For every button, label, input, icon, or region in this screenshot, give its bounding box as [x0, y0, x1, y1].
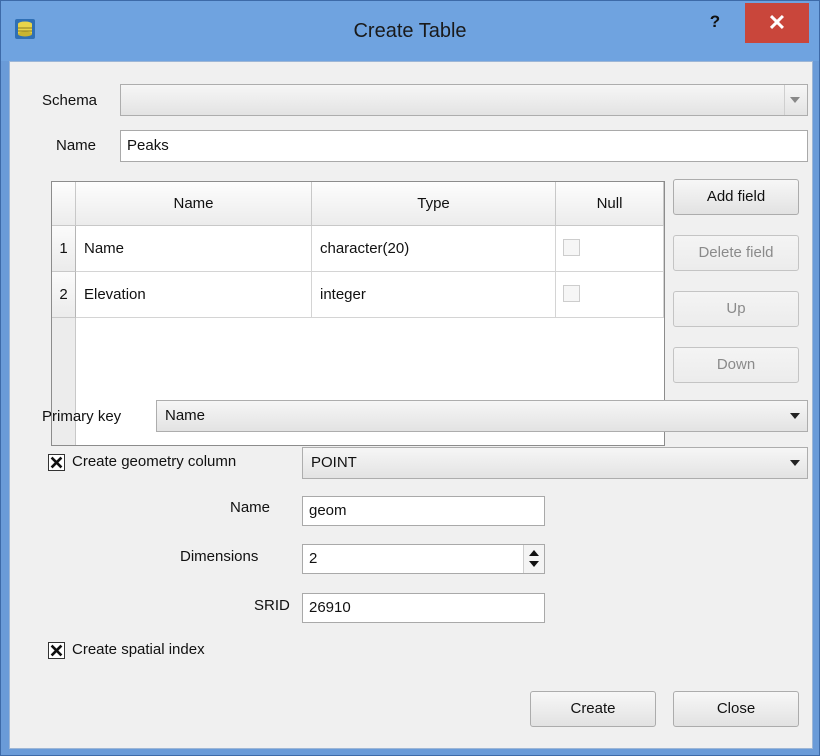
field-name-cell[interactable]: Name: [76, 226, 312, 272]
title-bar[interactable]: Create Table ? ✕: [1, 1, 819, 61]
geometry-name-label: Name: [230, 499, 271, 516]
srid-label: SRID: [254, 597, 290, 614]
create-table-dialog: Create Table ? ✕ Schema Name Peaks Name …: [0, 0, 820, 756]
chevron-down-icon: [784, 85, 807, 115]
help-button[interactable]: ?: [701, 9, 729, 35]
table-corner[interactable]: [52, 182, 76, 226]
srid-input[interactable]: 26910: [302, 593, 545, 623]
row-header-gutter: [52, 318, 76, 445]
chevron-down-icon: [785, 448, 807, 478]
dimensions-spinbox[interactable]: 2: [302, 544, 545, 574]
create-spatial-index-label[interactable]: Create spatial index: [72, 641, 205, 658]
row-header-2[interactable]: 2: [52, 272, 76, 318]
column-header-null[interactable]: Null: [556, 182, 664, 226]
chevron-down-icon: [785, 401, 807, 431]
field-name-cell[interactable]: Elevation: [76, 272, 312, 318]
null-checkbox[interactable]: [563, 239, 580, 256]
schema-dropdown[interactable]: [120, 84, 808, 116]
primary-key-value: Name: [165, 407, 206, 424]
add-field-button[interactable]: Add field: [673, 179, 799, 215]
column-header-type[interactable]: Type: [312, 182, 556, 226]
up-button[interactable]: Up: [673, 291, 799, 327]
geometry-name-input[interactable]: geom: [302, 496, 545, 526]
field-type-cell[interactable]: character(20): [312, 226, 556, 272]
create-spatial-index-checkbox[interactable]: [48, 642, 65, 659]
close-button[interactable]: Close: [673, 691, 799, 727]
field-null-cell[interactable]: [556, 272, 664, 318]
create-geometry-label[interactable]: Create geometry column: [72, 453, 236, 470]
geometry-type-value: POINT: [311, 454, 357, 471]
primary-key-label: Primary key: [42, 408, 122, 425]
window-title: Create Table: [353, 20, 467, 42]
close-window-button[interactable]: ✕: [745, 3, 809, 43]
create-geometry-checkbox[interactable]: [48, 454, 65, 471]
field-null-cell[interactable]: [556, 226, 664, 272]
field-type-cell[interactable]: integer: [312, 272, 556, 318]
primary-key-dropdown[interactable]: Name: [156, 400, 808, 432]
spin-down-icon[interactable]: [529, 561, 539, 567]
table-name-input[interactable]: Peaks: [120, 130, 808, 162]
dimensions-value: 2: [309, 550, 318, 567]
geometry-type-dropdown[interactable]: POINT: [302, 447, 808, 479]
row-header-1[interactable]: 1: [52, 226, 76, 272]
table-name-label: Name: [56, 137, 97, 154]
column-header-name[interactable]: Name: [76, 182, 312, 226]
dimensions-label: Dimensions: [180, 548, 259, 565]
null-checkbox[interactable]: [563, 285, 580, 302]
spin-buttons[interactable]: [523, 545, 544, 573]
spin-up-icon[interactable]: [529, 550, 539, 556]
dialog-body: Schema Name Peaks Name Type Null 1 Name …: [9, 61, 813, 749]
schema-label: Schema: [42, 92, 98, 109]
down-button[interactable]: Down: [673, 347, 799, 383]
delete-field-button[interactable]: Delete field: [673, 235, 799, 271]
create-button[interactable]: Create: [530, 691, 656, 727]
